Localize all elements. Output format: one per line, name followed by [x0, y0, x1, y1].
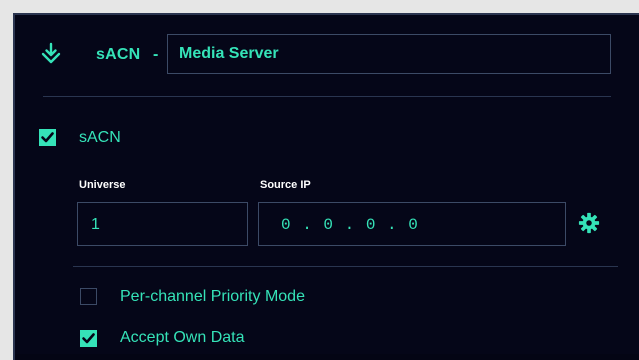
bottom-edge — [15, 354, 639, 360]
header-divider — [43, 96, 611, 97]
sacn-enable-label: sACN — [79, 129, 121, 146]
source-ip-value: 0 . 0 . 0 . 0 — [281, 216, 419, 234]
download-arrow-icon — [39, 42, 63, 66]
source-ip-input[interactable]: 0 . 0 . 0 . 0 — [258, 202, 566, 246]
per-channel-priority-label: Per-channel Priority Mode — [120, 288, 305, 305]
sacn-settings-panel: sACN - Media Server sACN Universe 1 Sour… — [13, 13, 639, 360]
accept-own-data-checkbox[interactable] — [80, 330, 97, 347]
accept-own-data-label: Accept Own Data — [120, 329, 245, 346]
per-channel-priority-checkbox[interactable] — [80, 288, 97, 305]
universe-value: 1 — [91, 216, 100, 233]
checkmark-icon — [82, 333, 95, 344]
title-separator: - — [153, 46, 159, 63]
device-name-field[interactable]: Media Server — [167, 34, 611, 74]
universe-input[interactable]: 1 — [77, 202, 248, 246]
sacn-enable-checkbox[interactable] — [39, 129, 56, 146]
checkmark-icon — [41, 132, 54, 143]
options-divider — [73, 266, 618, 267]
source-ip-label: Source IP — [260, 179, 311, 191]
gear-icon[interactable] — [578, 212, 600, 234]
protocol-title: sACN — [96, 46, 141, 63]
universe-label: Universe — [79, 179, 126, 191]
